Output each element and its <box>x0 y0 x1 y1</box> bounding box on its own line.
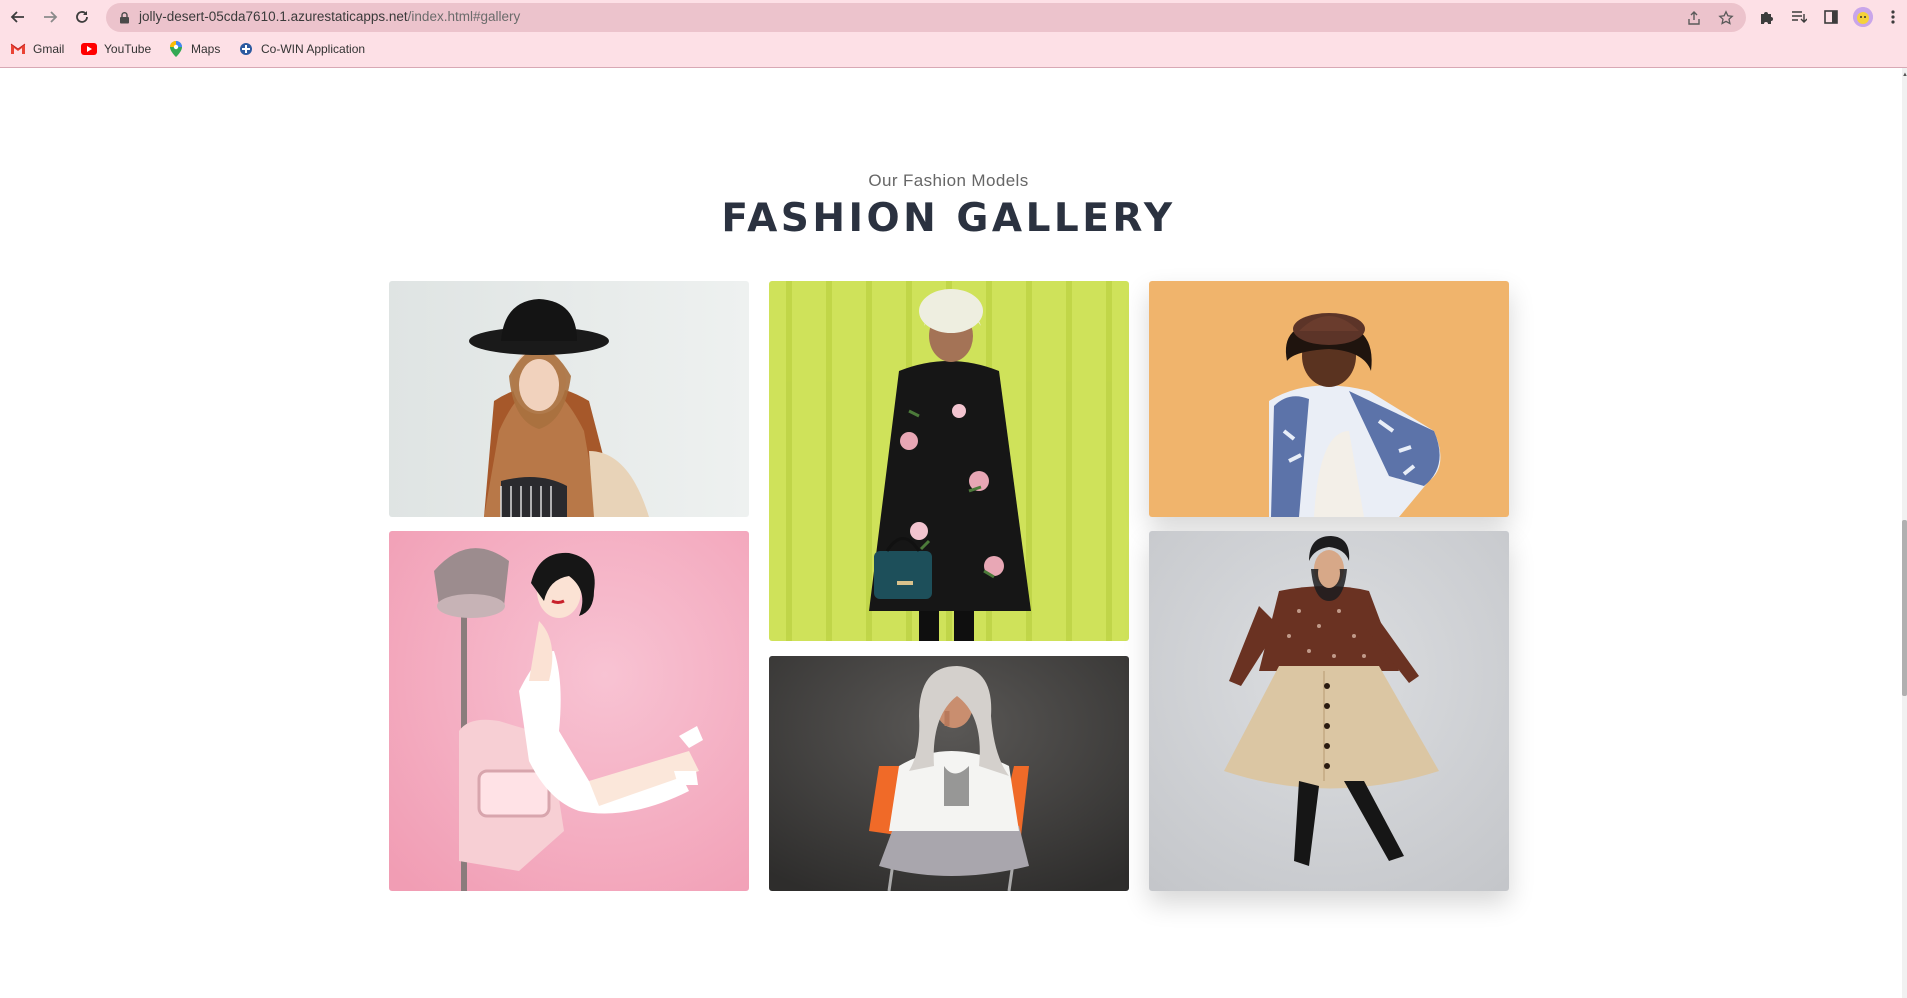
gallery-subtitle: Our Fashion Models <box>868 171 1029 190</box>
page-scrollbar[interactable]: ▲ <box>1902 68 1907 998</box>
photo-image <box>389 281 749 517</box>
gallery-photo-2[interactable] <box>769 281 1129 641</box>
url-path: /index.html#gallery <box>407 9 521 24</box>
photo-image <box>1149 281 1509 517</box>
youtube-icon <box>81 41 97 57</box>
bookmark-youtube[interactable]: YouTube <box>81 40 151 58</box>
reading-list-icon[interactable] <box>1789 7 1809 27</box>
bookmark-label: Co-WIN Application <box>261 42 366 56</box>
photo-image <box>389 531 749 891</box>
bookmark-label: YouTube <box>104 42 152 56</box>
profile-avatar[interactable] <box>1853 7 1873 27</box>
back-arrow-icon[interactable] <box>6 5 30 29</box>
photo-image <box>1149 531 1509 891</box>
bookmark-label: Maps <box>191 42 221 56</box>
gallery-photo-1[interactable] <box>389 281 749 517</box>
maps-icon <box>168 41 184 57</box>
gallery-title: FASHION GALLERY <box>721 196 1176 241</box>
bookmark-star-icon[interactable] <box>1716 8 1736 28</box>
forward-arrow-icon[interactable] <box>38 5 62 29</box>
address-url[interactable]: jolly-desert-05cda7610.1.azurestaticapps… <box>139 9 520 24</box>
gallery-photo-6[interactable] <box>1149 531 1509 891</box>
photo-image <box>769 281 1129 641</box>
share-icon[interactable] <box>1684 8 1704 28</box>
bookmark-cowin[interactable]: Co-WIN Application <box>238 40 365 58</box>
browser-toolbar: jolly-desert-05cda7610.1.azurestaticapps… <box>0 0 1907 34</box>
gallery-photo-5[interactable] <box>769 656 1129 891</box>
extensions-puzzle-icon[interactable] <box>1757 7 1777 27</box>
gallery-photo-4[interactable] <box>389 531 749 891</box>
gallery-photo-3[interactable] <box>1149 281 1509 517</box>
lock-icon[interactable] <box>118 11 131 24</box>
scroll-up-arrow-icon[interactable]: ▲ <box>1902 72 1907 78</box>
url-host: jolly-desert-05cda7610.1.azurestaticapps… <box>139 9 408 24</box>
gallery-section: Our Fashion Models FASHION GALLERY <box>0 68 1902 998</box>
gmail-icon <box>10 41 26 57</box>
bookmark-label: Gmail <box>33 42 65 56</box>
bookmark-maps[interactable]: Maps <box>168 40 220 58</box>
address-bar[interactable]: jolly-desert-05cda7610.1.azurestaticapps… <box>106 3 1746 32</box>
scrollbar-thumb[interactable] <box>1902 520 1907 696</box>
side-panel-icon[interactable] <box>1821 7 1841 27</box>
browser-chrome: jolly-desert-05cda7610.1.azurestaticapps… <box>0 0 1907 67</box>
photo-image <box>769 656 1129 891</box>
reload-icon[interactable] <box>70 5 94 29</box>
cowin-icon <box>238 41 254 57</box>
more-menu-icon[interactable] <box>1883 7 1903 27</box>
bookmark-gmail[interactable]: Gmail <box>10 40 64 58</box>
